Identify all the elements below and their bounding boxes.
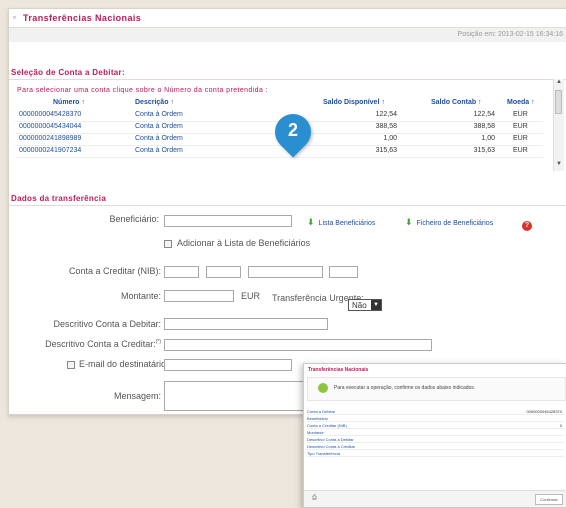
email-input[interactable] xyxy=(164,359,292,371)
dialog-row: Conta a Creditar (NIB) 0 xyxy=(307,423,564,429)
descritivo-creditar-text: Descritivo Conta a Creditar: xyxy=(45,339,156,349)
ficheiro-beneficiarios-label: Ficheiro de Beneficiários xyxy=(416,220,494,227)
montante-input[interactable] xyxy=(164,290,234,302)
email-label: E-mail do destinatário: xyxy=(79,359,169,369)
moeda: EUR xyxy=(513,123,528,130)
dialog-row: Descritivo Conta a Debitar xyxy=(307,437,564,443)
mensagem-label: Mensagem: xyxy=(113,391,161,401)
dialog-row-label: Conta a Creditar (NIB) xyxy=(307,423,347,428)
urgente-value: Não xyxy=(352,301,367,310)
scroll-thumb[interactable] xyxy=(555,90,562,114)
dialog-row: Tipo Transferência xyxy=(307,451,564,457)
account-number-link[interactable]: 0000000241907234 xyxy=(19,147,81,154)
saldo-contab: 1,00 xyxy=(481,135,495,142)
chevron-down-icon[interactable]: ▼ xyxy=(371,300,381,310)
download-arrow-icon: ⬇ xyxy=(307,217,315,227)
saldo-contab: 122,54 xyxy=(473,111,495,118)
beneficiario-input[interactable] xyxy=(164,215,292,227)
lista-beneficiarios-label: Lista Beneficiários xyxy=(318,220,376,227)
moeda: EUR xyxy=(513,147,528,154)
window-icon: ▫ xyxy=(13,13,16,22)
montante-label: Montante: xyxy=(120,291,161,301)
section-divider xyxy=(9,205,566,206)
account-number-link[interactable]: 0000000045434044 xyxy=(19,123,81,130)
transfer-panel: ▫ Transferências Nacionais Posição em: 2… xyxy=(8,8,566,415)
nib-account-field[interactable] xyxy=(248,266,323,278)
currency-label: EUR xyxy=(241,291,261,301)
nib-branch-field[interactable] xyxy=(206,266,241,278)
email-checkbox[interactable] xyxy=(67,361,75,369)
urgente-select[interactable]: Não ▼ xyxy=(348,299,382,311)
dialog-row-label: Tipo Transferência xyxy=(307,451,340,456)
dialog-row-label: Descritivo Conta a Creditar xyxy=(307,444,356,449)
transfer-section-title: Dados da transferência xyxy=(11,194,107,203)
descritivo-creditar-input[interactable] xyxy=(164,339,432,351)
download-arrow-icon: ⬇ xyxy=(405,217,413,227)
section-divider xyxy=(9,79,566,80)
descritivo-creditar-label: Descritivo Conta a Creditar:(*) xyxy=(19,339,161,349)
confirm-button[interactable]: Confirmar xyxy=(535,494,563,505)
beneficiario-label: Beneficiário: xyxy=(109,214,159,224)
header-descricao[interactable]: Descrição ↑ xyxy=(135,99,174,106)
success-icon xyxy=(318,383,328,393)
panel-title: Transferências Nacionais xyxy=(23,13,142,23)
nib-bank-field[interactable] xyxy=(164,266,199,278)
step-marker-number: 2 xyxy=(287,120,298,140)
saldo-disponivel: 388,58 xyxy=(375,123,397,130)
account-number-link[interactable]: 0000000241898989 xyxy=(19,135,81,142)
moeda: EUR xyxy=(513,135,528,142)
header-saldo-contab[interactable]: Saldo Contab ↑ xyxy=(431,99,482,106)
dialog-title: Transferências Nacionais xyxy=(308,367,369,373)
saldo-contab: 388,58 xyxy=(473,123,495,130)
help-icon[interactable]: ? xyxy=(522,221,532,231)
dialog-row: Beneficiário xyxy=(307,416,564,422)
position-bar: Posição em: 2013-02-15 16:34:16 xyxy=(9,28,566,42)
dialog-row-label: Beneficiário xyxy=(307,416,328,421)
header-saldo-disponivel[interactable]: Saldo Disponível ↑ xyxy=(323,99,385,106)
dialog-row-label: Descritivo Conta a Debitar xyxy=(307,437,354,442)
dialog-message-box: Para executar a operação, confirme os da… xyxy=(307,377,566,401)
account-description: Conta à Ordem xyxy=(135,135,183,142)
scroll-up-icon[interactable]: ▲ xyxy=(554,79,564,89)
position-timestamp: Posição em: 2013-02-15 16:34:16 xyxy=(457,31,563,38)
adicionar-lista-label: Adicionar à Lista de Beneficiários xyxy=(177,238,311,248)
nib-check-field[interactable] xyxy=(329,266,358,278)
select-instruction: Para selecionar uma conta clique sobre o… xyxy=(17,87,268,94)
table-scrollbar[interactable]: ▲ ▼ xyxy=(553,79,564,171)
panel-header: ▫ Transferências Nacionais xyxy=(9,9,566,28)
dialog-row-label: Conta a Debitar xyxy=(307,409,336,414)
header-numero[interactable]: Número ↑ xyxy=(53,99,85,106)
account-description: Conta à Ordem xyxy=(135,147,183,154)
select-account-title: Seleção de Conta a Debitar: xyxy=(11,68,125,77)
printer-icon[interactable]: ⎙ xyxy=(312,495,317,502)
required-marker: (*) xyxy=(155,339,161,345)
account-description: Conta à Ordem xyxy=(135,111,183,118)
table-row[interactable]: 0000000241907234 Conta à Ordem 315,63 31… xyxy=(15,146,543,158)
scroll-down-icon[interactable]: ▼ xyxy=(554,161,564,171)
dialog-row: Montante xyxy=(307,430,564,436)
saldo-contab: 315,63 xyxy=(473,147,495,154)
conta-creditar-label: Conta a Creditar (NIB): xyxy=(68,266,161,276)
lista-beneficiarios-link[interactable]: ⬇ Lista Beneficiários xyxy=(307,217,375,228)
saldo-disponivel: 122,54 xyxy=(375,111,397,118)
account-description: Conta à Ordem xyxy=(135,123,183,130)
dialog-row-value: 0 xyxy=(559,423,562,428)
adicionar-lista-checkbox[interactable] xyxy=(164,240,172,248)
dialog-message: Para executar a operação, confirme os da… xyxy=(334,385,476,391)
saldo-disponivel: 1,00 xyxy=(383,135,397,142)
dialog-row: Descritivo Conta a Creditar xyxy=(307,444,564,450)
header-moeda[interactable]: Moeda ↑ xyxy=(507,99,535,106)
confirmation-dialog: Transferências Nacionais Para executar a… xyxy=(303,363,566,508)
dialog-footer: ⎙ Confirmar xyxy=(304,490,566,507)
dialog-row-value: 0000000045428370 xyxy=(526,409,562,414)
moeda: EUR xyxy=(513,111,528,118)
dialog-row-label: Montante xyxy=(307,430,324,435)
mensagem-textarea[interactable] xyxy=(164,381,312,411)
saldo-disponivel: 315,63 xyxy=(375,147,397,154)
account-number-link[interactable]: 0000000045428370 xyxy=(19,111,81,118)
ficheiro-beneficiarios-link[interactable]: ⬇ Ficheiro de Beneficiários xyxy=(405,217,493,228)
descritivo-debitar-label: Descritivo Conta a Debitar: xyxy=(53,319,161,329)
descritivo-debitar-input[interactable] xyxy=(164,318,328,330)
dialog-row: Conta a Debitar 0000000045428370 xyxy=(307,409,564,415)
